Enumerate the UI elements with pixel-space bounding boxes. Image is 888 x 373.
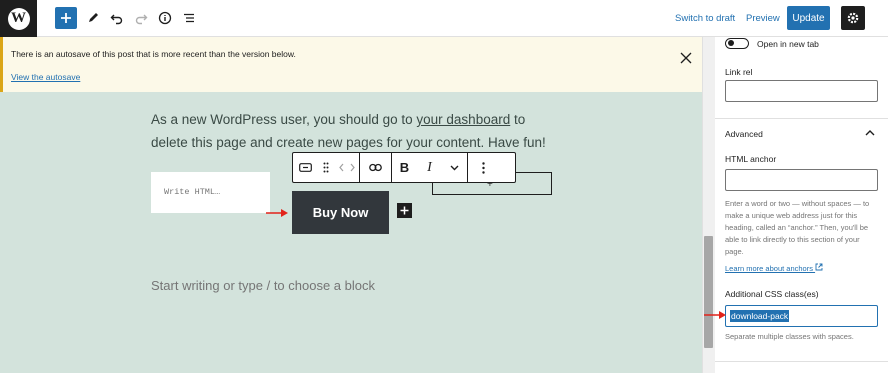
css-classes-label: Additional CSS class(es) bbox=[725, 289, 819, 299]
panel-divider bbox=[715, 361, 888, 362]
chevron-up-icon[interactable] bbox=[865, 129, 875, 136]
intro-paragraph[interactable]: As a new WordPress user, you should go t… bbox=[151, 108, 551, 154]
wordpress-w-icon: W bbox=[7, 7, 30, 30]
pencil-icon bbox=[89, 13, 98, 22]
block-toolbar-group-link bbox=[360, 153, 392, 182]
html-anchor-label: HTML anchor bbox=[725, 154, 777, 164]
italic-button[interactable]: I bbox=[417, 153, 442, 182]
plus-icon bbox=[400, 206, 409, 215]
notice-message: There is an autosave of this post that i… bbox=[11, 49, 296, 59]
button-block-icon bbox=[299, 163, 312, 172]
block-toolbar-group-transform bbox=[293, 153, 360, 182]
open-new-tab-toggle[interactable] bbox=[725, 38, 749, 49]
annotation-arrow-icon bbox=[266, 209, 288, 217]
inserter-button[interactable] bbox=[397, 203, 412, 218]
link-button[interactable] bbox=[360, 153, 391, 182]
autosave-notice: There is an autosave of this post that i… bbox=[0, 37, 702, 92]
list-view-button[interactable] bbox=[178, 7, 200, 29]
panel-divider bbox=[715, 118, 888, 119]
undo-icon bbox=[110, 14, 123, 25]
block-toolbar: B I bbox=[292, 152, 516, 183]
link-icon bbox=[369, 163, 382, 172]
advanced-panel-title[interactable]: Advanced bbox=[725, 129, 763, 139]
learn-more-anchors-link[interactable]: Learn more about anchors bbox=[725, 263, 823, 273]
toggle-knob bbox=[727, 40, 734, 46]
annotation-arrow-icon bbox=[704, 311, 726, 319]
drag-handle[interactable] bbox=[318, 153, 334, 182]
view-autosave-link[interactable]: View the autosave bbox=[11, 72, 80, 82]
drag-handle-icon bbox=[323, 162, 329, 173]
paragraph-text-before: As a new WordPress user, you should go t… bbox=[151, 112, 417, 127]
chevron-left-right-icon bbox=[338, 163, 355, 172]
list-view-icon bbox=[184, 13, 194, 23]
preview-link[interactable]: Preview bbox=[746, 13, 780, 24]
close-icon bbox=[680, 52, 692, 64]
details-button[interactable] bbox=[154, 7, 176, 29]
redo-button[interactable] bbox=[130, 7, 152, 29]
editor-top-bar: W Switch to draft Preview Update bbox=[0, 0, 888, 37]
html-placeholder: Write HTML… bbox=[164, 187, 221, 197]
gear-icon bbox=[847, 12, 859, 24]
external-link-icon bbox=[815, 263, 823, 271]
anchor-help-text: Enter a word or two — without spaces — t… bbox=[725, 199, 870, 256]
plus-icon bbox=[61, 13, 71, 23]
redo-icon bbox=[135, 14, 148, 25]
chevron-down-icon bbox=[450, 165, 459, 170]
edit-tools-button[interactable] bbox=[82, 7, 104, 29]
update-button[interactable]: Update bbox=[787, 6, 830, 30]
move-arrows-button[interactable] bbox=[334, 153, 359, 182]
link-rel-label: Link rel bbox=[725, 67, 753, 77]
add-block-toggle-button[interactable] bbox=[55, 7, 77, 29]
more-formats-button[interactable] bbox=[442, 153, 467, 182]
settings-button[interactable] bbox=[841, 6, 865, 30]
editor-canvas[interactable]: As a new WordPress user, you should go t… bbox=[0, 92, 702, 373]
undo-button[interactable] bbox=[106, 7, 128, 29]
wordpress-logo[interactable]: W bbox=[0, 0, 37, 37]
block-options-button[interactable] bbox=[468, 153, 499, 182]
html-anchor-input[interactable] bbox=[725, 169, 878, 191]
custom-html-block[interactable]: Write HTML… bbox=[151, 172, 270, 213]
css-help-text: Separate multiple classes with spaces. bbox=[725, 332, 854, 341]
block-type-button[interactable] bbox=[293, 153, 318, 182]
css-classes-value: download-pack bbox=[730, 310, 790, 322]
open-new-tab-label: Open in new tab bbox=[757, 39, 819, 49]
block-placeholder[interactable]: Start writing or type / to choose a bloc… bbox=[151, 278, 375, 293]
link-rel-input[interactable] bbox=[725, 80, 878, 102]
switch-to-draft-link[interactable]: Switch to draft bbox=[675, 13, 735, 24]
bold-button[interactable]: B bbox=[392, 153, 417, 182]
learn-more-anchors-text: Learn more about anchors bbox=[725, 264, 813, 273]
canvas-scrollbar-thumb[interactable] bbox=[704, 236, 713, 348]
css-classes-input[interactable]: download-pack bbox=[725, 305, 878, 327]
buy-now-button[interactable]: Buy Now bbox=[292, 191, 389, 234]
more-vertical-icon bbox=[482, 161, 485, 174]
settings-sidebar: Open in new tab Link rel Advanced HTML a… bbox=[715, 37, 888, 373]
block-toolbar-group-options bbox=[468, 153, 499, 182]
block-toolbar-group-format: B I bbox=[392, 153, 468, 182]
dismiss-notice-button[interactable] bbox=[678, 50, 694, 66]
info-icon bbox=[158, 11, 172, 25]
dashboard-link[interactable]: your dashboard bbox=[416, 112, 510, 127]
